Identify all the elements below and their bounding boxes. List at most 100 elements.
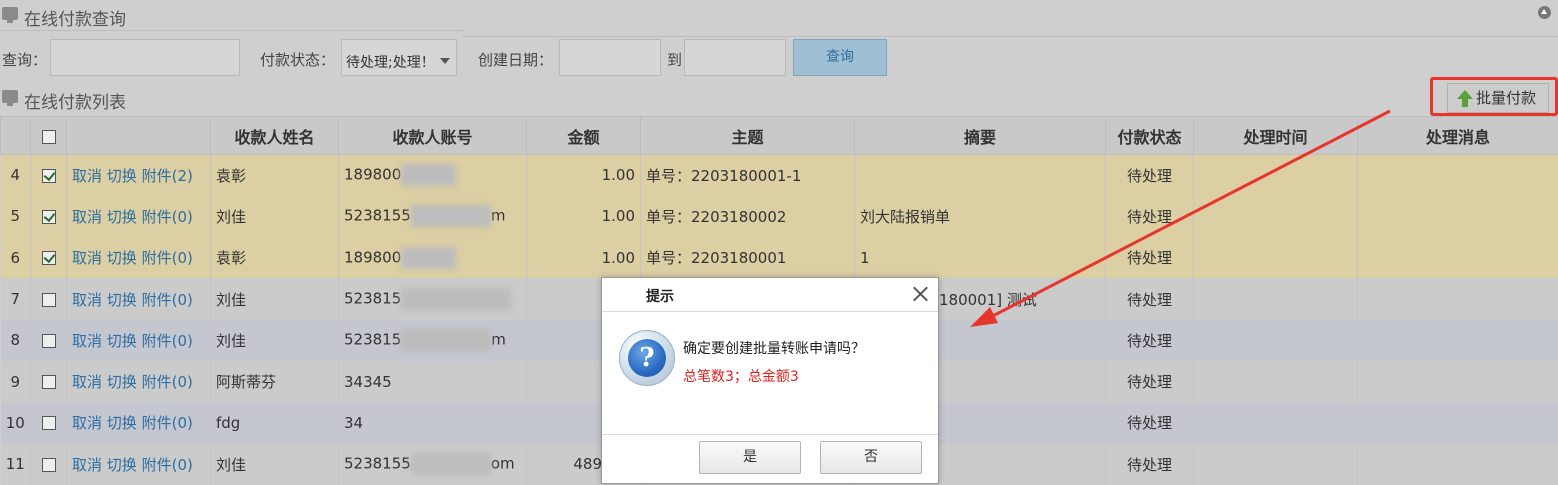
process-message [1357,278,1558,320]
row-checkbox[interactable] [41,375,56,390]
table-row[interactable]: 4 取消 切换 附件(2) 袁彰 189800 1.00 单号：22031800… [0,154,1558,196]
payee-account: 5238155 [344,454,411,473]
amount: 1.00 [526,154,641,196]
payee-name: 刘佳 [210,319,339,361]
attachment-link[interactable]: 附件(0) [142,456,193,474]
redacted-blur [401,246,457,269]
dialog-message: 确定要创建批量转账申请吗？ [683,341,865,357]
amount: 1.00 [526,195,641,238]
collapse-icon[interactable] [1538,6,1551,19]
row-checkbox[interactable] [41,457,56,472]
row-checkbox[interactable] [41,416,56,431]
switch-link[interactable]: 切换 [107,291,137,309]
col-summary: 摘要 [854,116,1106,155]
col-actions [66,116,211,155]
query-label: 查询： [2,51,48,69]
payee-account: 189800 [344,248,402,267]
switch-link[interactable]: 切换 [107,249,137,267]
cancel-link[interactable]: 取消 [72,249,102,267]
dialog-summary: 总笔数3；总金额3 [683,369,799,385]
table-row[interactable]: 5 取消 切换 附件(0) 刘佳 5238155 m 1.00 单号：220318… [0,195,1558,238]
switch-link[interactable]: 切换 [107,414,137,432]
attachment-link[interactable]: 附件(0) [142,373,193,391]
summary [854,154,1106,196]
cancel-link[interactable]: 取消 [72,291,102,309]
process-time [1193,154,1358,196]
col-index [0,116,31,155]
query-input[interactable] [50,39,240,76]
payee-account: 523815 [344,330,402,349]
attachment-link[interactable]: 附件(0) [142,291,193,309]
status-select[interactable]: 待处理;处理！ [341,39,457,76]
date-start-input[interactable] [559,39,661,76]
row-checkbox[interactable] [41,251,56,266]
payee-name: 阿斯蒂芬 [210,360,339,403]
date-label: 创建日期： [478,51,554,69]
row-checkbox[interactable] [41,292,56,307]
pay-status: 待处理 [1105,195,1194,238]
pay-status: 待处理 [1105,360,1194,403]
pay-status: 待处理 [1105,154,1194,196]
yes-button[interactable]: 是 [699,441,801,474]
payee-name: 袁彰 [210,237,339,279]
cancel-link[interactable]: 取消 [72,414,102,432]
row-checkbox[interactable] [41,209,56,224]
cancel-link[interactable]: 取消 [72,456,102,474]
select-all-checkbox[interactable] [41,129,56,144]
cancel-link[interactable]: 取消 [72,167,102,185]
monitor-icon [2,7,18,23]
attachment-link[interactable]: 附件(0) [142,249,193,267]
status-select-value: 待处理;处理！ [346,55,435,71]
process-time [1193,195,1358,238]
switch-link[interactable]: 切换 [107,332,137,350]
close-icon[interactable] [902,278,936,311]
switch-link[interactable]: 切换 [107,208,137,226]
redacted-blur [410,453,491,476]
payee-name: fdg [210,402,339,444]
attachment-link[interactable]: 附件(0) [142,332,193,350]
col-select-all[interactable] [30,116,67,155]
attachment-link[interactable]: 附件(0) [142,208,193,226]
row-checkbox[interactable] [41,168,56,183]
cancel-link[interactable]: 取消 [72,373,102,391]
section-divider-right [463,36,1558,37]
payee-account-tail: m [491,330,506,349]
attachment-link[interactable]: 附件(2) [142,167,193,185]
payee-account: 189800 [344,165,402,184]
row-checkbox[interactable] [41,333,56,348]
table-row[interactable]: 6 取消 切换 附件(0) 袁彰 189800 1.00 单号：22031800… [0,237,1558,279]
amount: 1.00 [526,237,641,279]
payee-account-tail: om [490,454,515,473]
attachment-link[interactable]: 附件(0) [142,414,193,432]
no-button[interactable]: 否 [820,441,922,474]
row-number: 9 [0,360,31,403]
cancel-link[interactable]: 取消 [72,332,102,350]
switch-link[interactable]: 切换 [107,373,137,391]
col-status: 付款状态 [1105,116,1194,155]
payee-account: 34345 [338,360,527,403]
date-end-input[interactable] [684,39,786,76]
process-message [1357,237,1558,279]
payee-name: 袁彰 [210,154,339,196]
switch-link[interactable]: 切换 [107,167,137,185]
col-process-message: 处理消息 [1357,116,1558,155]
query-button[interactable]: 查询 [793,39,887,76]
col-process-time: 处理时间 [1193,116,1358,155]
redacted-blur [401,288,512,311]
switch-link[interactable]: 切换 [107,456,137,474]
section-divider [0,30,463,31]
dialog-title: 提示 [646,289,674,305]
dialog-body: ? 确定要创建批量转账申请吗？ 总笔数3；总金额3 [602,311,938,435]
subject: 单号：2203180001 [640,237,855,279]
redacted-blur [401,329,492,352]
process-message [1357,154,1558,196]
col-payee-name: 收款人姓名 [210,116,339,155]
pay-status: 待处理 [1105,402,1194,444]
row-number: 6 [0,237,31,279]
pay-status: 待处理 [1105,319,1194,361]
cancel-link[interactable]: 取消 [72,208,102,226]
list-section-title: 在线付款列表 [24,93,126,113]
col-amount: 金额 [526,116,641,155]
summary: 1 [854,237,1106,279]
payee-name: 刘佳 [210,195,339,238]
